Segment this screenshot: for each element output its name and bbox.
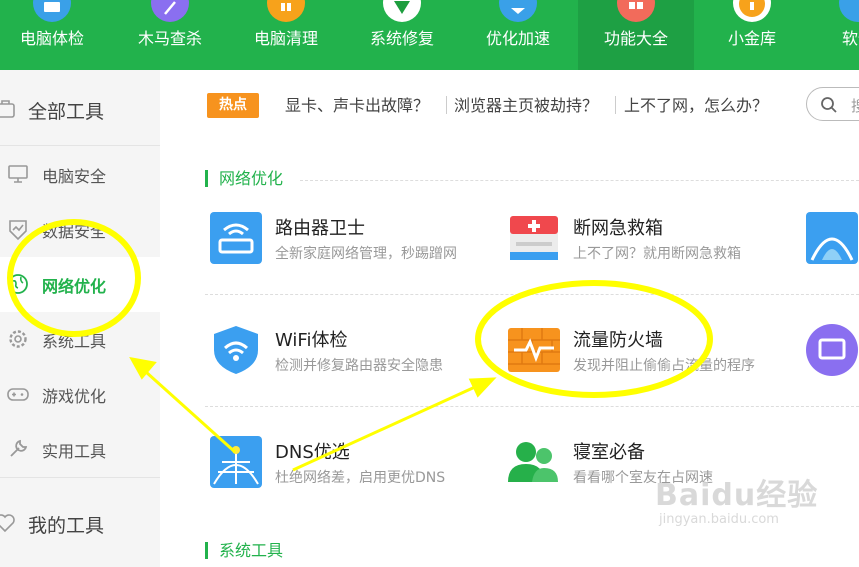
top-nav-bar: 电脑体检 木马查杀 电脑清理 系统修复 优化加速 功能大全 小金库 软 xyxy=(0,0,859,70)
nav-tab-trojan-scan[interactable]: 木马查杀 xyxy=(112,0,228,70)
sidebar-item-game-optimize[interactable]: 游戏优化 xyxy=(0,367,160,422)
computer-icon xyxy=(6,162,30,186)
sidebar-item-label: 电脑安全 xyxy=(42,167,107,186)
hot-link-browser-hijack[interactable]: 浏览器主页被劫持？ xyxy=(454,92,598,116)
watermark-text: Baidu经验 xyxy=(655,478,819,513)
nav-tab-label: 系统修复 xyxy=(369,29,434,48)
sidebar: 全部工具 电脑安全 数据安全 网络优化 系统工具 游戏优化 实用工具 我的工具 xyxy=(0,70,160,567)
divider xyxy=(205,294,859,295)
tool-desc: 发现并阻止偷偷占流量的程序 xyxy=(573,358,755,374)
nav-tab-pc-cleanup[interactable]: 电脑清理 xyxy=(228,0,344,70)
tool-desc: 上不了网？就用断网急救箱 xyxy=(573,246,741,262)
nav-tab-all-features[interactable]: 功能大全 xyxy=(578,0,694,70)
sidebar-item-label: 数据安全 xyxy=(42,222,107,241)
roommates-icon xyxy=(508,436,560,488)
gear-icon xyxy=(6,327,30,351)
divider xyxy=(615,96,616,114)
sidebar-item-system-tools[interactable]: 系统工具 xyxy=(0,312,160,367)
sidebar-item-label: 系统工具 xyxy=(42,332,107,351)
shield-icon xyxy=(383,0,421,22)
sidebar-item-label: 实用工具 xyxy=(42,442,107,461)
monitor-icon xyxy=(806,324,858,376)
toolbox-icon xyxy=(0,98,16,120)
nav-tab-system-repair[interactable]: 系统修复 xyxy=(344,0,460,70)
tool-name: 流量防火墙 xyxy=(573,330,663,351)
sidebar-item-network-optimize[interactable]: 网络优化 xyxy=(0,257,160,312)
sidebar-item-label: 游戏优化 xyxy=(42,387,107,406)
nav-tab-label: 优化加速 xyxy=(485,29,550,48)
sidebar-item-label: 网络优化 xyxy=(42,277,107,296)
nav-tab-label: 电脑清理 xyxy=(253,29,318,48)
sidebar-item-pc-security[interactable]: 电脑安全 xyxy=(0,147,160,202)
tool-network-partial[interactable] xyxy=(806,212,859,272)
app-icon xyxy=(839,0,859,22)
nav-tab-label: 小金库 xyxy=(727,29,776,48)
tool-desc: 杜绝网络差，启用更优DNS xyxy=(275,470,446,486)
tool-router-guard[interactable]: 路由器卫士 全新家庭网络管理，秒踢蹭网 xyxy=(210,212,500,272)
sidebar-my-tools[interactable]: 我的工具 xyxy=(0,477,160,553)
sidebar-item-utility-tools[interactable]: 实用工具 xyxy=(0,422,160,477)
globe-icon xyxy=(6,272,30,296)
tool-name: 断网急救箱 xyxy=(573,218,663,239)
router-icon xyxy=(210,212,262,264)
divider xyxy=(205,406,859,407)
gamepad-icon xyxy=(6,382,30,406)
nav-tab-vault[interactable]: 小金库 xyxy=(694,0,810,70)
sidebar-item-data-security[interactable]: 数据安全 xyxy=(0,202,160,257)
search-icon xyxy=(820,96,838,114)
divider xyxy=(300,180,859,181)
network-icon xyxy=(806,212,858,264)
hot-link-no-internet[interactable]: 上不了网，怎么办？ xyxy=(624,92,768,116)
wifi-shield-icon xyxy=(210,324,262,376)
nav-tab-pc-checkup[interactable]: 电脑体检 xyxy=(0,0,110,70)
tool-dns-optimize[interactable]: DNS优选 杜绝网络差，启用更优DNS xyxy=(210,436,500,496)
tool-name: 路由器卫士 xyxy=(275,218,365,239)
app-window: 电脑体检 木马查杀 电脑清理 系统修复 优化加速 功能大全 小金库 软 全部工具… xyxy=(0,0,859,567)
nav-tab-label: 电脑体检 xyxy=(19,29,84,48)
section-title-system-tools: 系统工具 xyxy=(205,542,283,559)
monitor-icon xyxy=(33,0,71,22)
search-placeholder: 搜 xyxy=(851,97,859,115)
sidebar-header-label: 全部工具 xyxy=(28,101,105,123)
grid-icon xyxy=(617,0,655,22)
tool-desc: 检测并修复路由器安全隐患 xyxy=(275,358,443,374)
nav-tab-label: 木马查杀 xyxy=(137,29,202,48)
sidebar-my-tools-label: 我的工具 xyxy=(28,515,105,537)
section-title-network: 网络优化 xyxy=(205,170,283,187)
nav-tab-software[interactable]: 软件 xyxy=(800,0,859,70)
baidu-jingyan-watermark: Baidu经验 jingyan.baidu.com xyxy=(655,470,818,527)
tool-network-first-aid[interactable]: 断网急救箱 上不了网？就用断网急救箱 xyxy=(508,212,798,272)
heart-icon xyxy=(0,512,16,534)
broom-icon xyxy=(267,0,305,22)
chart-icon xyxy=(6,217,30,241)
tool-name: 寝室必备 xyxy=(573,442,645,463)
tool-traffic-firewall[interactable]: 流量防火墙 发现并阻止偷偷占流量的程序 xyxy=(508,324,798,384)
hot-link-sound-card[interactable]: 显卡、声卡出故障？ xyxy=(285,92,429,116)
tool-monitor-partial[interactable] xyxy=(806,324,859,384)
feather-icon xyxy=(151,0,189,22)
watermark-url: jingyan.baidu.com xyxy=(659,512,779,527)
dns-globe-icon xyxy=(210,436,262,488)
hot-badge: 热点 xyxy=(207,93,259,118)
first-aid-kit-icon xyxy=(508,212,560,264)
tool-wifi-checkup[interactable]: WiFi体检 检测并修复路由器安全隐患 xyxy=(210,324,500,384)
nav-tab-label: 功能大全 xyxy=(603,29,668,48)
firewall-icon xyxy=(508,324,560,376)
wrench-icon xyxy=(6,437,30,461)
coin-icon xyxy=(733,0,771,22)
nav-tab-optimize-speed[interactable]: 优化加速 xyxy=(460,0,576,70)
tool-name: DNS优选 xyxy=(275,442,350,463)
search-input[interactable]: 搜 xyxy=(806,87,859,121)
divider xyxy=(446,96,447,114)
nav-tab-label: 软件 xyxy=(841,29,859,48)
tool-desc: 全新家庭网络管理，秒踢蹭网 xyxy=(275,246,457,262)
rocket-icon xyxy=(499,0,537,22)
tool-name: WiFi体检 xyxy=(275,330,348,351)
sidebar-all-tools[interactable]: 全部工具 xyxy=(0,70,160,146)
